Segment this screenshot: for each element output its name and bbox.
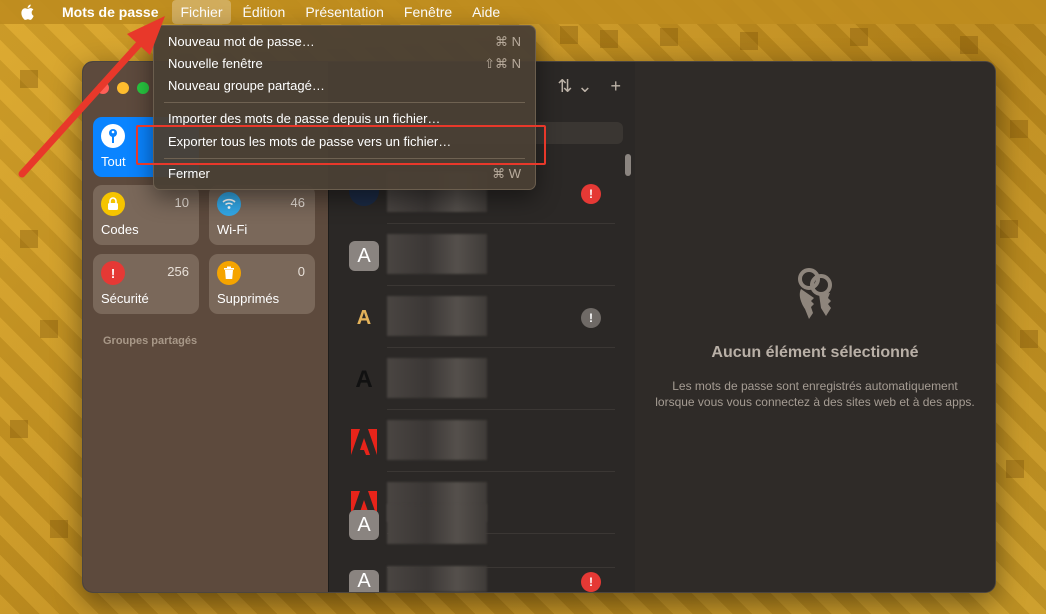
menu-aide[interactable]: Aide	[464, 0, 508, 24]
section-shared-groups: Groupes partagés	[103, 335, 198, 347]
wallpaper-block	[1010, 120, 1028, 138]
menu-edition[interactable]: Édition	[235, 0, 294, 24]
apple-icon[interactable]	[18, 3, 38, 21]
list-toolbar: ⇅ ⌄ +	[557, 76, 621, 97]
warning-icon[interactable]: !	[581, 184, 601, 204]
menu-app-name[interactable]: Mots de passe	[54, 0, 166, 24]
empty-state-title: Aucun élément sélectionné	[711, 344, 919, 361]
wallpaper-block	[960, 36, 978, 54]
menu-fichier[interactable]: Fichier	[172, 0, 231, 24]
menu-item-new-shared-group[interactable]: Nouveau groupe partagé…	[168, 76, 521, 96]
menu-item-new-password[interactable]: Nouveau mot de passe… ⌘ N	[168, 32, 521, 52]
menu-item-label: Importer des mots de passe depuis un fic…	[168, 111, 441, 126]
minimize-window-button[interactable]	[117, 82, 129, 94]
key-icon	[101, 124, 125, 148]
blurred-text	[387, 358, 487, 398]
blurred-text	[387, 296, 487, 336]
tile-codes[interactable]: 10 Codes	[93, 185, 199, 245]
wifi-icon	[217, 192, 241, 216]
wallpaper-block	[850, 28, 868, 46]
tile-securite[interactable]: ! 256 Sécurité	[93, 254, 199, 314]
letter-avatar: A	[349, 510, 379, 540]
adobe-icon	[349, 427, 379, 457]
wallpaper-block	[20, 70, 38, 88]
menu-item-new-window[interactable]: Nouvelle fenêtre ⇧⌘ N	[168, 54, 521, 74]
blurred-text	[387, 234, 487, 274]
wallpaper-block	[40, 320, 58, 338]
blurred-text	[387, 420, 487, 460]
close-window-button[interactable]	[97, 82, 109, 94]
blurred-text	[387, 566, 487, 592]
empty-state-description: Les mots de passe sont enregistrés autom…	[655, 379, 975, 409]
list-item[interactable]	[329, 410, 629, 472]
list-item[interactable]: A	[329, 348, 629, 410]
tile-label: Codes	[101, 222, 139, 237]
wallpaper-block	[560, 26, 578, 44]
tile-wifi[interactable]: 46 Wi-Fi	[209, 185, 315, 245]
menu-fenetre[interactable]: Fenêtre	[396, 0, 460, 24]
letter-avatar: A	[355, 366, 373, 393]
plus-icon[interactable]: +	[610, 76, 621, 97]
blurred-text	[387, 504, 487, 544]
menu-bar: Mots de passe Fichier Édition Présentati…	[0, 0, 1046, 24]
list-item[interactable]: A A !	[329, 504, 629, 592]
tile-count: 256	[167, 264, 189, 279]
keys-icon	[798, 268, 832, 319]
wallpaper-block	[50, 520, 68, 538]
menu-item-label: Nouveau groupe partagé…	[168, 78, 325, 93]
tile-label: Wi-Fi	[217, 222, 248, 237]
window-controls	[97, 82, 149, 94]
zoom-window-button[interactable]	[137, 82, 149, 94]
letter-avatar: A	[356, 306, 372, 329]
menu-item-shortcut: ⇧⌘ N	[484, 56, 521, 71]
trash-icon	[217, 261, 241, 285]
wallpaper-block	[1020, 330, 1038, 348]
warning-icon[interactable]: !	[581, 572, 601, 592]
menu-presentation[interactable]: Présentation	[297, 0, 392, 24]
file-menu: Nouveau mot de passe… ⌘ N Nouvelle fenêt…	[153, 25, 536, 190]
wallpaper-block	[10, 420, 28, 438]
menu-item-label: Fermer	[168, 166, 210, 181]
wallpaper-block	[600, 30, 618, 48]
wallpaper-block	[660, 28, 678, 46]
letter-avatar: A	[349, 570, 379, 592]
tile-label: Supprimés	[217, 291, 280, 306]
wallpaper-block	[1006, 460, 1024, 478]
tile-label: Sécurité	[101, 291, 149, 306]
menu-item-label: Nouvelle fenêtre	[168, 56, 263, 71]
list-item[interactable]: A	[329, 224, 629, 286]
wallpaper-block	[20, 230, 38, 248]
menu-item-shortcut: ⌘ N	[495, 34, 521, 49]
tile-count: 46	[290, 195, 305, 210]
letter-avatar: A	[349, 241, 379, 271]
wallpaper-block	[740, 32, 758, 50]
list-item[interactable]: A !	[329, 286, 629, 348]
detail-pane: Aucun élément sélectionné Les mots de pa…	[635, 62, 995, 592]
highlight-box	[136, 125, 546, 165]
menu-divider	[164, 102, 525, 103]
menu-item-label: Nouveau mot de passe…	[168, 34, 315, 49]
lock-icon	[101, 192, 125, 216]
menu-item-shortcut: ⌘ W	[492, 166, 521, 181]
exclamation-icon: !	[101, 261, 125, 285]
tile-count: 10	[174, 195, 189, 210]
menu-item-close[interactable]: Fermer ⌘ W	[168, 164, 521, 184]
warning-icon[interactable]: !	[581, 308, 601, 328]
tile-supprimes[interactable]: 0 Supprimés	[209, 254, 315, 314]
wallpaper-block	[1000, 220, 1018, 238]
sort-icon[interactable]: ⇅ ⌄	[557, 76, 592, 97]
tile-label: Tout	[101, 154, 126, 169]
tile-count: 0	[297, 264, 305, 279]
